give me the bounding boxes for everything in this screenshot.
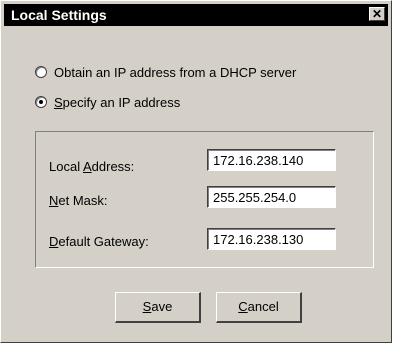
default-gateway-label: Default Gateway: — [49, 234, 149, 249]
cancel-button[interactable]: Cancel — [216, 292, 302, 323]
net-mask-label: Net Mask: — [49, 193, 108, 208]
dialog-title: Local Settings — [11, 7, 107, 23]
close-icon: ✕ — [371, 7, 383, 21]
dhcp-option[interactable]: Obtain an IP address from a DHCP server — [35, 63, 296, 81]
dhcp-option-label: Obtain an IP address from a DHCP server — [54, 64, 297, 80]
local-address-input[interactable] — [207, 149, 336, 171]
net-mask-input[interactable] — [207, 186, 336, 208]
default-gateway-input[interactable] — [207, 228, 336, 250]
local-address-label: Local Address: — [49, 159, 135, 174]
save-button[interactable]: Save — [115, 292, 201, 323]
static-ip-option[interactable]: Specify an IP address — [35, 93, 180, 111]
close-button[interactable]: ✕ — [369, 7, 385, 21]
dhcp-radio[interactable] — [35, 66, 47, 78]
static-ip-option-label: Specify an IP address — [54, 94, 181, 110]
title-bar[interactable]: Local Settings ✕ — [4, 4, 388, 26]
local-settings-dialog: Local Settings ✕ Obtain an IP address fr… — [0, 0, 392, 343]
static-ip-radio[interactable] — [35, 96, 47, 108]
